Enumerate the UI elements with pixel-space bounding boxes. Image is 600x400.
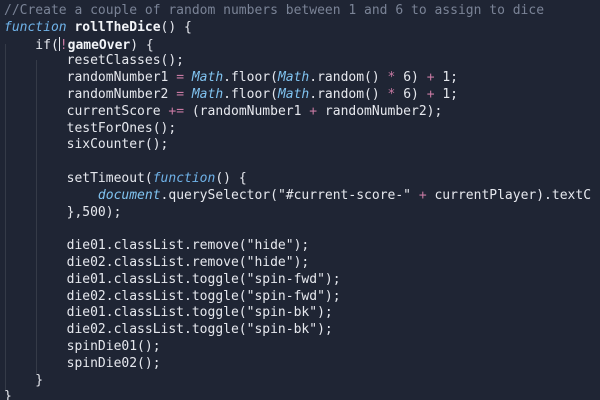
code-line[interactable]: die01.classList.toggle("spin-fwd"); [4,272,591,289]
code-token: function [152,170,216,186]
code-token: 6) [395,86,427,102]
code-token: Math [191,70,224,86]
code-token: 1; [434,86,458,102]
code-token: } [4,389,12,400]
code-token: testForOnes(); [4,120,177,136]
code-token: gameOver [67,37,131,53]
code-token: die01.classList.toggle("spin-bk"); [4,305,333,321]
code-token: += [168,103,185,119]
code-line[interactable] [4,154,591,171]
code-token: } [4,372,44,388]
code-token: die02.classList.remove("hide"); [4,254,310,270]
code-line[interactable]: die02.classList.remove("hide"); [4,255,591,272]
code-token: Math [277,86,310,102]
code-token: () { [215,170,247,186]
code-line[interactable]: function rollTheDice() { [4,20,591,37]
code-token: Math [277,70,310,86]
code-line[interactable]: die02.classList.toggle("spin-fwd"); [4,289,591,306]
code-area[interactable]: //Create a couple of random numbers betw… [4,3,591,400]
code-line[interactable]: },500); [4,205,591,222]
code-token: spinDie02(); [4,355,161,371]
code-token: Math [191,86,224,102]
code-token: .floor( [223,70,278,86]
code-token: () { [160,19,192,35]
code-line[interactable]: resetClasses(); [4,53,591,70]
code-line[interactable]: randomNumber2 = Math.floor(Math.random()… [4,87,591,104]
code-token: .random() [309,70,388,86]
code-line[interactable]: } [4,389,591,400]
code-line[interactable]: currentScore += (randomNumber1 + randomN… [4,104,591,121]
code-token: if( [4,37,59,53]
code-token: = [176,70,185,86]
code-token: randomNumber2); [317,103,443,119]
code-token: .random() [309,86,388,102]
code-token: currentPlayer).textC [426,187,592,203]
code-token: die01.classList.remove("hide"); [4,238,310,254]
code-line[interactable]: document.querySelector("#current-score-"… [4,188,591,205]
code-line[interactable]: die01.classList.remove("hide"); [4,238,591,255]
code-token: resetClasses(); [4,53,185,69]
code-line[interactable]: testForOnes(); [4,121,591,138]
code-token: 1; [434,70,458,86]
code-token: randomNumber1 [4,70,177,86]
code-line[interactable]: spinDie02(); [4,356,591,373]
code-token: die01.classList.toggle("spin-fwd"); [4,271,341,287]
code-line[interactable]: setTimeout(function() { [4,171,591,188]
code-token: currentScore [4,103,169,119]
code-token: },500); [4,204,122,220]
code-token: setTimeout( [4,170,153,186]
code-token: //Create a couple of random numbers betw… [4,3,545,18]
code-line[interactable]: sixCounter(); [4,137,591,154]
code-token: .querySelector("#current-score-" [160,187,419,203]
code-token: .floor( [223,86,278,102]
code-line[interactable]: die02.classList.toggle("spin-bk"); [4,322,591,339]
code-token: sixCounter(); [4,137,169,153]
code-token: + [309,103,318,119]
code-token: + [426,70,435,86]
code-token: randomNumber2 [4,86,177,102]
code-token: = [176,86,185,102]
code-line[interactable]: randomNumber1 = Math.floor(Math.random()… [4,70,591,87]
code-token: ! [59,37,68,53]
code-line[interactable] [4,221,591,238]
code-token: function [4,19,67,35]
code-line[interactable]: die01.classList.toggle("spin-bk"); [4,305,591,322]
code-token: 6) [395,70,427,86]
code-token: die02.classList.toggle("spin-fwd"); [4,288,341,304]
code-token: ) { [130,37,154,53]
code-token: document [97,187,161,203]
code-token: spinDie01(); [4,338,161,354]
code-token: + [418,187,427,203]
code-editor[interactable]: //Create a couple of random numbers betw… [0,0,600,400]
code-line[interactable]: //Create a couple of random numbers betw… [4,3,591,20]
code-line[interactable]: if(!gameOver) { [4,36,591,54]
code-token: (randomNumber1 [184,103,310,119]
code-line[interactable]: spinDie01(); [4,339,591,356]
code-token: + [426,86,435,102]
code-line[interactable]: } [4,373,591,390]
code-token: rollTheDice [74,19,161,35]
code-token: die02.classList.toggle("spin-bk"); [4,322,333,338]
